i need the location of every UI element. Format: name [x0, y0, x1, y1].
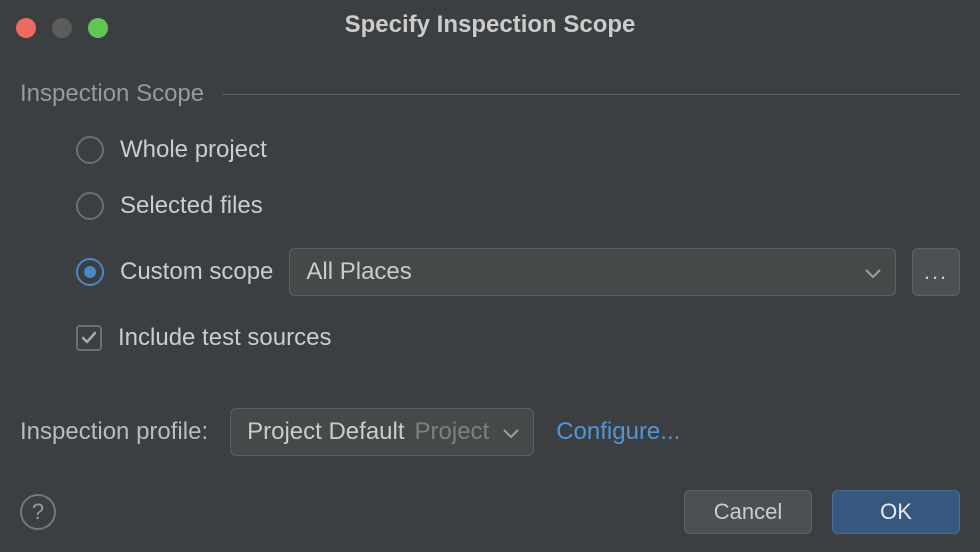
inspection-profile-value: Project Default [247, 418, 404, 446]
ok-button-label: OK [880, 499, 912, 525]
radio-custom-scope-label: Custom scope [120, 258, 273, 286]
section-title: Inspection Scope [20, 80, 204, 108]
scope-radio-group: Whole project Selected files Custom scop… [20, 136, 960, 296]
traffic-lights [16, 18, 108, 38]
radio-selected-files-label: Selected files [120, 192, 263, 220]
cancel-button[interactable]: Cancel [684, 490, 812, 534]
zoom-window-button[interactable] [88, 18, 108, 38]
chevron-down-icon [865, 258, 881, 286]
radio-selected-files[interactable] [76, 192, 104, 220]
ellipsis-icon: ... [924, 259, 948, 285]
custom-scope-browse-button[interactable]: ... [912, 248, 960, 296]
include-test-sources-row[interactable]: Include test sources [20, 324, 960, 352]
help-icon: ? [32, 499, 44, 525]
configure-link[interactable]: Configure... [556, 418, 680, 446]
cancel-button-label: Cancel [714, 499, 782, 525]
inspection-profile-combobox[interactable]: Project Default Project [230, 408, 534, 456]
checkmark-icon [80, 329, 98, 347]
dialog-footer: ? Cancel OK [20, 490, 960, 534]
radio-whole-project[interactable] [76, 136, 104, 164]
inspection-profile-label: Inspection profile: [20, 418, 208, 446]
include-test-sources-checkbox[interactable] [76, 325, 102, 351]
chevron-down-icon [503, 418, 519, 446]
inspection-profile-row: Inspection profile: Project Default Proj… [0, 408, 980, 456]
dialog-content: Inspection Scope Whole project Selected … [0, 50, 980, 352]
radio-custom-scope-row: Custom scope All Places ... [76, 248, 960, 296]
custom-scope-value: All Places [306, 258, 411, 286]
custom-scope-combobox[interactable]: All Places [289, 248, 896, 296]
section-divider [222, 94, 960, 95]
minimize-window-button [52, 18, 72, 38]
inspection-profile-hint: Project [415, 418, 490, 446]
close-window-button[interactable] [16, 18, 36, 38]
radio-whole-project-label: Whole project [120, 136, 267, 164]
help-button[interactable]: ? [20, 494, 56, 530]
radio-selected-files-row[interactable]: Selected files [76, 192, 960, 220]
dialog-title: Specify Inspection Scope [0, 11, 980, 39]
include-test-sources-label: Include test sources [118, 324, 331, 352]
ok-button[interactable]: OK [832, 490, 960, 534]
section-header: Inspection Scope [20, 80, 960, 108]
radio-custom-scope[interactable] [76, 258, 104, 286]
titlebar: Specify Inspection Scope [0, 0, 980, 50]
radio-whole-project-row[interactable]: Whole project [76, 136, 960, 164]
